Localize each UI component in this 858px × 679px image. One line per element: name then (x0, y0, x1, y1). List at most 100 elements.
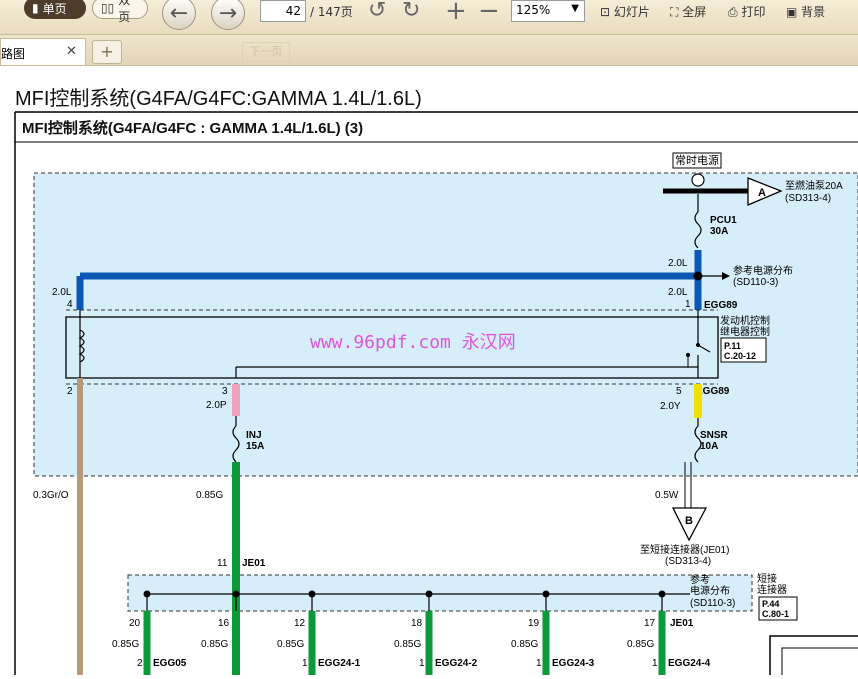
rotate-left-icon[interactable]: ↺ (368, 0, 386, 23)
connector-je01-a: JE01 (242, 558, 266, 569)
arrow-right-icon: → (218, 0, 238, 26)
zoom-value: 125% (516, 3, 551, 17)
to-short-label: 至短接连接器(JE01) (640, 543, 729, 556)
component-box-partial (769, 635, 858, 679)
zoom-out-icon[interactable]: − (478, 0, 500, 26)
snsr-fuse-amp: 10A (700, 441, 718, 452)
single-page-button[interactable]: ▮ 单页 (24, 0, 86, 19)
pin-1: 1 (685, 299, 691, 310)
print-label: 打印 (741, 5, 766, 19)
document-view[interactable]: MFI控制系统(G4FA/G4FC:GAMMA 1.4L/1.6L) MFI控制… (0, 66, 858, 679)
page-ref-c2012: C.20-12 (724, 351, 756, 361)
toolbar: ▮ 单页 ▯▯ 双页 ← → / 147页 ↺ ↻ + − 125% ▼ ⊡ 幻… (0, 0, 858, 35)
to-short-ref: (SD313-4) (665, 556, 711, 567)
wire-label-03gro: 0.3Gr/O (33, 490, 69, 501)
connector-egg89-a: EGG89 (704, 300, 738, 311)
branch-wire-label: 0.85G (112, 639, 139, 650)
slideshow-button[interactable]: ⊡ 幻灯片 (600, 3, 650, 20)
hot-power-label: 常时电源 (675, 153, 719, 167)
short-label-1: 短接 (757, 572, 777, 585)
wire-label-20l-c: 2.0L (52, 287, 72, 298)
next-page-ghost-label: 下一页 (249, 45, 283, 58)
page-number-input[interactable] (260, 0, 306, 22)
single-page-icon: ▮ (32, 1, 39, 15)
ref2-label-3: (SD110-3) (690, 598, 735, 609)
pin-2: 2 (67, 386, 73, 397)
branch-pin: 17 (644, 618, 656, 629)
branch-pin: 12 (294, 618, 306, 629)
branch-conn-pin: 1 (302, 658, 308, 669)
chevron-down-icon: ▼ (571, 3, 579, 14)
slideshow-icon: ⊡ (600, 5, 611, 19)
ref-power-ref: (SD110-3) (733, 277, 778, 288)
fullscreen-button[interactable]: ⛶ 全屏 (670, 3, 706, 20)
pin-11: 11 (217, 558, 228, 569)
single-page-label: 单页 (42, 1, 67, 16)
branch-pin: 20 (129, 618, 141, 629)
branch-connector: EGG05 (153, 658, 187, 669)
connector-b-label: B (685, 515, 693, 527)
branch-connector: EGG24-2 (435, 658, 478, 669)
ref2-label-2: 电源分布 (690, 584, 730, 597)
pin-5: 5 (676, 386, 682, 397)
page-ref-p44: P.44 (762, 599, 779, 609)
double-page-button[interactable]: ▯▯ 双页 (92, 0, 148, 24)
zoom-in-icon[interactable]: + (445, 0, 467, 26)
printer-icon: ⎙ (728, 5, 738, 19)
ref-power-label: 参考电源分布 (733, 264, 793, 277)
zoom-select[interactable]: 125% ▼ (511, 0, 585, 22)
diagram-title: MFI控制系统(G4FA/G4FC : GAMMA 1.4L/1.6L) (3) (22, 119, 363, 137)
rotate-right-icon[interactable]: ↻ (402, 0, 420, 23)
fullscreen-label: 全屏 (682, 5, 707, 19)
branch-connector: EGG24-1 (318, 658, 361, 669)
pcu1-amp: 30A (710, 226, 728, 237)
branch-conn-pin: 1 (536, 658, 542, 669)
pcu1-name: PCU1 (710, 215, 737, 226)
next-page-ghost: 下一页 (242, 42, 290, 62)
relay-label-1: 发动机控制 (720, 314, 770, 327)
branch-wire-label: 0.85G (201, 639, 228, 650)
wire-label-085g-top: 0.85G (196, 490, 223, 501)
arrow-left-icon: ← (169, 0, 189, 26)
inj-fuse-amp: 15A (246, 441, 264, 452)
watermark: www.96pdf.com 永汉网 (310, 332, 516, 353)
new-tab-button[interactable]: + (92, 40, 122, 64)
wiring-diagram: MFI控制系统(G4FA/G4FC:GAMMA 1.4L/1.6L) MFI控制… (14, 87, 858, 679)
shaded-region-short (127, 574, 753, 612)
slideshow-label: 幻灯片 (613, 5, 650, 19)
wire-label-05w: 0.5W (655, 490, 679, 501)
background-button[interactable]: ▣ 背景 (786, 3, 825, 20)
background-icon: ▣ (786, 5, 798, 19)
branch-wire-label: 0.85G (511, 639, 538, 650)
page-total: / 147页 (310, 5, 353, 19)
wire-label-20p: 2.0P (206, 400, 227, 411)
wire-label-20l-a: 2.0L (668, 258, 688, 269)
back-button[interactable]: ← (162, 0, 196, 30)
plus-icon: + (100, 42, 114, 61)
branch-connector: EGG24-3 (552, 658, 595, 669)
print-button[interactable]: ⎙ 打印 (728, 3, 765, 20)
connector-je01-b: JE01 (670, 618, 694, 629)
background-label: 背景 (801, 5, 826, 19)
page-ref-c801: C.80-1 (762, 609, 789, 619)
page-heading: MFI控制系统(G4FA/G4FC:GAMMA 1.4L/1.6L) (15, 87, 422, 110)
branch-wire-label: 0.85G (627, 639, 654, 650)
connector-a-label: A (758, 187, 766, 199)
double-page-label: 双页 (118, 0, 131, 24)
branch-wire-label: 0.85G (394, 639, 421, 650)
inj-fuse-name: INJ (246, 430, 262, 441)
fullscreen-icon: ⛶ (670, 5, 679, 19)
branch-pin: 16 (218, 618, 230, 629)
branch-wire-label: 0.85G (277, 639, 304, 650)
tab-document[interactable]: 电路图 ✕ (0, 38, 86, 65)
ref2-label-1: 参考 (690, 573, 710, 586)
pin-3: 3 (222, 386, 228, 397)
forward-button[interactable]: → (211, 0, 245, 30)
branch-conn-pin: 1 (652, 658, 658, 669)
branch-conn-pin: 2 (137, 658, 143, 669)
tab-label: 电路图 (1, 47, 26, 61)
pin-4: 4 (67, 299, 73, 310)
close-icon[interactable]: ✕ (66, 44, 77, 59)
snsr-fuse-name: SNSR (700, 430, 729, 441)
tab-bar: 电路图 ✕ + 下一页 (0, 35, 858, 66)
